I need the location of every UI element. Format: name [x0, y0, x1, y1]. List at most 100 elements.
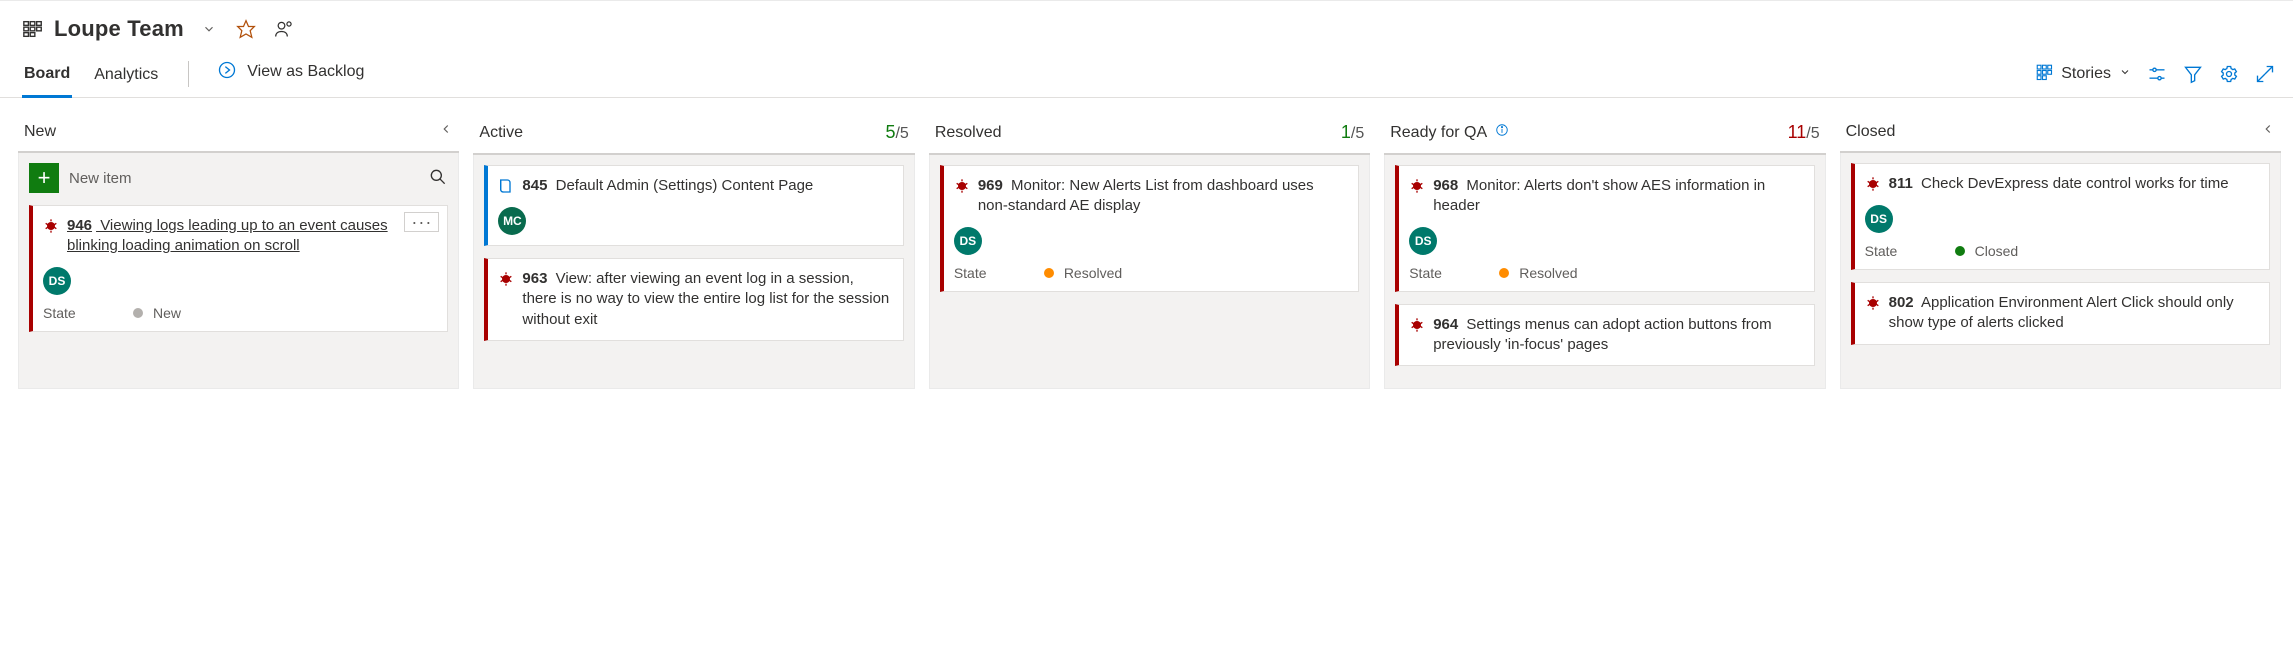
- column-title: Closed: [1846, 123, 1896, 141]
- column-new: New + New item 946 Viewing logs leading up …: [18, 122, 459, 389]
- column-header: Active5/5: [473, 122, 914, 155]
- info-icon[interactable]: [1495, 123, 1509, 142]
- column-ready-for-qa: Ready for QA11/5 968 Monitor: Alerts don'…: [1384, 122, 1825, 389]
- column-title: Resolved: [935, 124, 1002, 142]
- arrow-circle-icon: [217, 60, 237, 85]
- tab-board[interactable]: Board: [22, 57, 72, 98]
- work-item-card[interactable]: 964 Settings menus can adopt action butt…: [1395, 304, 1814, 367]
- state-label: State: [43, 305, 123, 321]
- story-icon: [498, 178, 514, 197]
- team-dropdown-chevron[interactable]: [194, 15, 222, 43]
- tabs-row: Board Analytics View as Backlog Stories: [0, 49, 2293, 98]
- avatar[interactable]: DS: [954, 227, 982, 255]
- card-title[interactable]: 964 Settings menus can adopt action butt…: [1433, 315, 1801, 356]
- state-row: State Resolved: [954, 265, 1346, 281]
- team-grid-icon: [22, 18, 44, 40]
- divider: [188, 61, 189, 87]
- bug-icon: [1865, 295, 1881, 314]
- kanban-board: New + New item 946 Viewing logs leading up …: [0, 98, 2293, 389]
- collapse-column-icon[interactable]: [439, 122, 453, 141]
- settings-sliders-icon[interactable]: [2147, 64, 2167, 84]
- card-title[interactable]: 802 Application Environment Alert Click …: [1889, 293, 2257, 334]
- state-label: State: [1409, 265, 1489, 281]
- work-item-card[interactable]: 946 Viewing logs leading up to an event …: [29, 205, 448, 332]
- state-dot-icon: [133, 308, 143, 318]
- work-item-id: 969: [978, 177, 1003, 194]
- tab-analytics[interactable]: Analytics: [92, 58, 160, 96]
- column-body: 969 Monitor: New Alerts List from dashbo…: [929, 155, 1370, 389]
- work-item-card[interactable]: 969 Monitor: New Alerts List from dashbo…: [940, 165, 1359, 292]
- work-item-id: 968: [1433, 177, 1458, 194]
- view-as-backlog-link[interactable]: View as Backlog: [217, 60, 364, 95]
- card-title[interactable]: 969 Monitor: New Alerts List from dashbo…: [978, 176, 1346, 217]
- card-title[interactable]: 946 Viewing logs leading up to an event …: [67, 216, 435, 257]
- card-more-menu[interactable]: ···: [404, 212, 439, 232]
- chevron-down-icon: [2119, 65, 2131, 83]
- fullscreen-icon[interactable]: [2255, 64, 2275, 84]
- work-item-card[interactable]: 811 Check DevExpress date control works …: [1851, 163, 2270, 270]
- new-item-row: + New item: [29, 163, 448, 193]
- gear-icon[interactable]: [2219, 64, 2239, 84]
- bug-icon: [1409, 178, 1425, 197]
- collapse-column-icon[interactable]: [2261, 122, 2275, 141]
- state-label: State: [1865, 243, 1945, 259]
- backlog-level-selector[interactable]: Stories: [2035, 63, 2131, 86]
- work-item-id: 963: [522, 270, 547, 287]
- column-header: Ready for QA11/5: [1384, 122, 1825, 155]
- card-title[interactable]: 811 Check DevExpress date control works …: [1889, 174, 2229, 194]
- work-item-id: 946: [67, 217, 92, 234]
- column-title: Ready for QA: [1390, 124, 1487, 142]
- stories-label: Stories: [2061, 65, 2111, 83]
- card-title[interactable]: 845 Default Admin (Settings) Content Pag…: [522, 176, 813, 196]
- work-item-card[interactable]: 845 Default Admin (Settings) Content Pag…: [484, 165, 903, 246]
- board-tools: Stories: [2035, 63, 2275, 92]
- column-body: 811 Check DevExpress date control works …: [1840, 153, 2281, 389]
- work-item-id: 811: [1889, 175, 1913, 192]
- column-active: Active5/5 845 Default Admin (Settings) Co…: [473, 122, 914, 389]
- column-header: New: [18, 122, 459, 153]
- bug-icon: [1409, 317, 1425, 336]
- avatar[interactable]: MC: [498, 207, 526, 235]
- state-row: State New: [43, 305, 435, 321]
- wip-counter: 5/5: [885, 122, 908, 143]
- state-row: StateClosed: [1865, 243, 2257, 259]
- column-body: 845 Default Admin (Settings) Content Pag…: [473, 155, 914, 389]
- bug-icon: [498, 271, 514, 290]
- work-item-id: 964: [1433, 316, 1458, 333]
- work-item-id: 802: [1889, 294, 1914, 311]
- work-item-id: 845: [522, 177, 547, 194]
- state-value: Resolved: [1519, 265, 1577, 281]
- avatar[interactable]: DS: [1409, 227, 1437, 255]
- add-item-button[interactable]: +: [29, 163, 59, 193]
- card-title[interactable]: 968 Monitor: Alerts don't show AES infor…: [1433, 176, 1801, 217]
- state-value: New: [153, 305, 181, 321]
- page-header: Loupe Team: [0, 1, 2293, 49]
- state-row: State Resolved: [1409, 265, 1801, 281]
- bug-icon: [1865, 176, 1881, 195]
- state-dot-icon: [1044, 268, 1054, 278]
- wip-counter: 1/5: [1341, 122, 1364, 143]
- bug-icon: [43, 218, 59, 237]
- team-members-icon[interactable]: [270, 15, 298, 43]
- avatar[interactable]: DS: [43, 267, 71, 295]
- filter-icon[interactable]: [2183, 64, 2203, 84]
- column-header: Closed: [1840, 122, 2281, 153]
- state-dot-icon: [1499, 268, 1509, 278]
- stories-grid-icon: [2035, 63, 2053, 86]
- column-closed: Closed 811 Check DevExpress date control …: [1840, 122, 2281, 389]
- favorite-star-icon[interactable]: [232, 15, 260, 43]
- card-title[interactable]: 963 View: after viewing an event log in …: [522, 269, 890, 330]
- work-item-card[interactable]: 963 View: after viewing an event log in …: [484, 258, 903, 341]
- column-header: Resolved 1/5: [929, 122, 1370, 155]
- column-resolved: Resolved 1/5 969 Monitor: New Alerts List …: [929, 122, 1370, 389]
- avatar[interactable]: DS: [1865, 205, 1893, 233]
- state-label: State: [954, 265, 1034, 281]
- column-title: New: [24, 123, 56, 141]
- work-item-card[interactable]: 802 Application Environment Alert Click …: [1851, 282, 2270, 345]
- team-name[interactable]: Loupe Team: [54, 16, 184, 42]
- state-value: Resolved: [1064, 265, 1122, 281]
- bug-icon: [954, 178, 970, 197]
- work-item-card[interactable]: 968 Monitor: Alerts don't show AES infor…: [1395, 165, 1814, 292]
- new-item-label[interactable]: New item: [69, 170, 132, 187]
- search-icon[interactable]: [428, 167, 448, 190]
